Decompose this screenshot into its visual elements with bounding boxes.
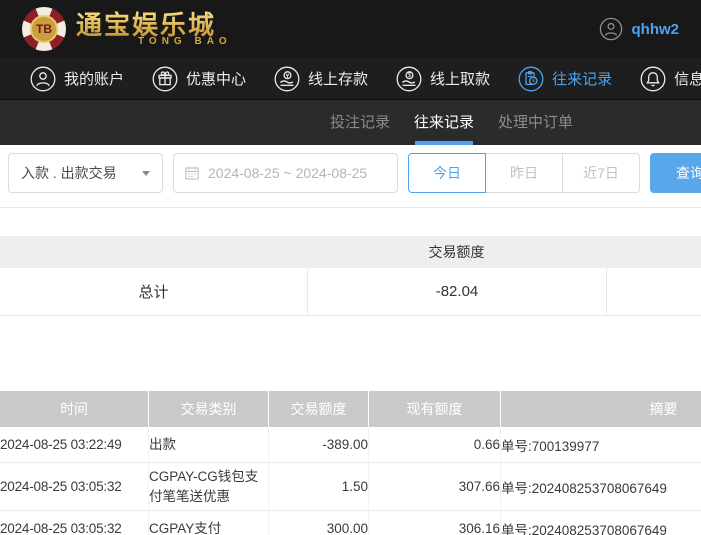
chevron-down-icon	[142, 170, 150, 176]
user-account[interactable]: qhhw2	[599, 17, 680, 41]
cell-time: 2024-08-25 03:05:32	[0, 479, 122, 495]
cell-memo: 单号:202408253708067649	[500, 463, 701, 511]
search-button[interactable]: 查询	[650, 153, 701, 193]
cell-amount: -389.00	[268, 427, 368, 462]
brand-logo[interactable]: TB 通宝娱乐城 TONG BAO	[22, 7, 232, 51]
column-header-balance: 现有额度	[368, 391, 500, 427]
brand-text: 通宝娱乐城 TONG BAO	[76, 11, 232, 48]
cell-amount: 1.50	[268, 463, 368, 511]
filter-bar: 入款 . 出款交易 2024-08-25 ~ 2024-08-25 今日 昨日 …	[0, 145, 701, 193]
summary-total-row: 总计 -82.04	[0, 268, 701, 316]
summary-header-row: 交易额度	[0, 236, 701, 268]
records-header-row: 时间 交易类别 交易额度 现有额度 摘要	[0, 391, 701, 427]
nav-item-messages[interactable]: 信息	[640, 66, 701, 92]
gift-icon	[152, 66, 178, 91]
column-header-memo: 摘要	[500, 391, 701, 427]
tab-transaction-records[interactable]: 往来记录	[402, 100, 486, 145]
column-header-amount: 交易额度	[268, 391, 368, 427]
records-table: 时间 交易类别 交易额度 现有额度 摘要 2024-08-25 03:22:49…	[0, 391, 701, 535]
nav-item-withdraw[interactable]: $ 线上取款	[396, 66, 490, 92]
summary-total-label: 总计	[138, 284, 169, 301]
cell-time: 2024-08-25 03:22:49	[0, 437, 122, 452]
summary-total-value: -82.04	[307, 268, 606, 315]
date-range-value: 2024-08-25 ~ 2024-08-25	[208, 165, 368, 181]
cell-type: 出款	[148, 427, 268, 462]
last7days-button[interactable]: 近7日	[562, 153, 640, 193]
username: qhhw2	[631, 20, 680, 38]
yesterday-button[interactable]: 昨日	[485, 153, 563, 193]
bell-icon	[640, 66, 666, 91]
casino-chip-icon: TB	[22, 7, 66, 51]
cell-memo: 单号:700139977	[500, 427, 701, 462]
brand-name-cn: 通宝娱乐城	[76, 11, 232, 40]
tab-pending-orders[interactable]: 处理中订单	[486, 100, 585, 145]
records-clipboard-clock-icon	[518, 66, 544, 91]
chip-label: TB	[30, 15, 58, 43]
transaction-type-select[interactable]: 入款 . 出款交易	[8, 153, 163, 193]
nav-label: 往来记录	[552, 71, 613, 88]
deposit-coin-hand-icon	[274, 66, 300, 91]
summary-header-amount: 交易额度	[428, 244, 485, 260]
table-row: 2024-08-25 03:05:32 CGPAY-CG钱包支付笔笔送优惠 1.…	[0, 463, 701, 512]
content-area: 入款 . 出款交易 2024-08-25 ~ 2024-08-25 今日 昨日 …	[0, 145, 701, 535]
nav-label: 线上存款	[308, 71, 369, 88]
transaction-type-value: 入款 . 出款交易	[21, 165, 117, 181]
nav-item-promotions[interactable]: 优惠中心	[152, 66, 246, 92]
nav-label: 信息	[674, 71, 701, 88]
nav-item-deposit[interactable]: 线上存款	[274, 66, 368, 92]
column-header-time: 时间	[60, 401, 88, 417]
today-button[interactable]: 今日	[408, 153, 486, 193]
date-range-input[interactable]: 2024-08-25 ~ 2024-08-25	[173, 153, 398, 193]
nav-item-my-account[interactable]: 我的账户	[30, 66, 124, 92]
cell-balance: 306.16	[368, 511, 500, 535]
main-navbar: 我的账户 优惠中心 线上存款 $ 线上取款 往来记录 信息	[0, 58, 701, 100]
cell-time: 2024-08-25 03:05:32	[0, 521, 122, 535]
cell-balance: 0.66	[368, 427, 500, 462]
nav-item-records[interactable]: 往来记录	[518, 66, 612, 92]
cell-type: CGPAY-CG钱包支付笔笔送优惠	[148, 463, 268, 511]
cell-memo: 单号:202408253708067649	[500, 511, 701, 535]
app-root: TB 通宝娱乐城 TONG BAO qhhw2 我的账户 优惠中心 线上存款 $…	[0, 0, 701, 535]
cell-amount: 300.00	[268, 511, 368, 535]
tab-betting-records[interactable]: 投注记录	[318, 100, 402, 145]
table-row: 2024-08-25 03:22:49 出款 -389.00 0.66 单号:7…	[0, 427, 701, 463]
nav-label: 线上取款	[430, 71, 491, 88]
withdraw-coin-hand-icon: $	[396, 66, 422, 91]
site-header: TB 通宝娱乐城 TONG BAO qhhw2	[0, 0, 701, 58]
table-row: 2024-08-25 03:05:32 CGPAY支付 300.00 306.1…	[0, 511, 701, 535]
nav-label: 优惠中心	[186, 71, 247, 88]
brand-name-en: TONG BAO	[138, 36, 232, 48]
nav-label: 我的账户	[64, 71, 125, 88]
user-circle-icon	[30, 66, 56, 91]
summary-table: 交易额度 总计 -82.04	[0, 236, 701, 316]
quick-date-button-group: 今日 昨日 近7日	[408, 153, 640, 193]
column-header-type: 交易类别	[148, 391, 268, 427]
section-divider	[0, 207, 701, 208]
cell-balance: 307.66	[368, 463, 500, 511]
cell-type: CGPAY支付	[148, 511, 268, 535]
user-avatar-icon	[599, 17, 622, 41]
record-subtabs: 投注记录 往来记录 处理中订单	[0, 100, 701, 145]
summary-empty-cell	[606, 268, 701, 315]
calendar-icon	[185, 166, 199, 180]
